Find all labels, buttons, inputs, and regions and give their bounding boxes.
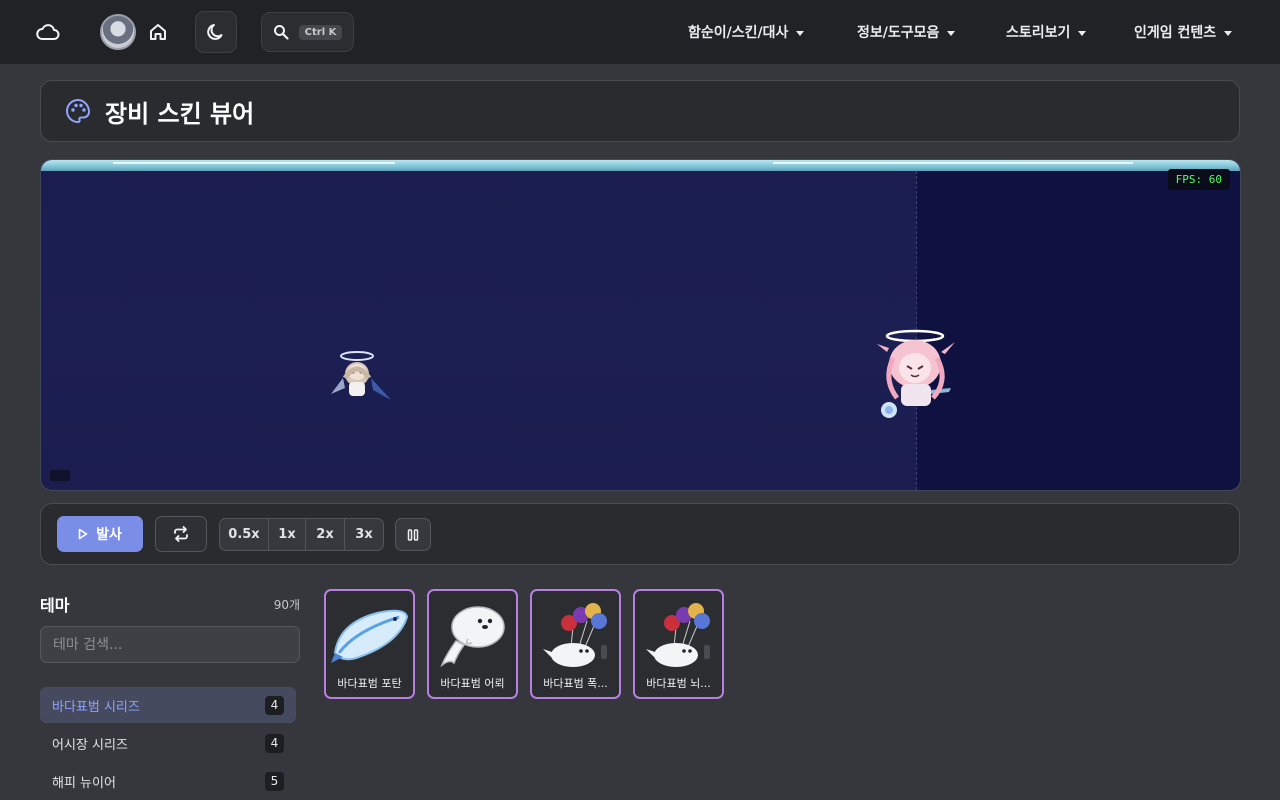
- skin-card-label: 바다표범 뇌...: [646, 677, 711, 690]
- theme-item-label: 해피 뉴이어: [52, 775, 116, 791]
- search-icon: [273, 25, 289, 40]
- seal-torpedo-image: [440, 606, 505, 668]
- speed-3x-button[interactable]: 3x: [345, 519, 383, 550]
- player-ship-sprite: [331, 351, 391, 400]
- skin-card[interactable]: 바다표범 어뢰: [427, 589, 518, 699]
- menu-story[interactable]: 스토리보기: [1006, 0, 1087, 64]
- pause-button[interactable]: [395, 518, 431, 551]
- moon-icon: [207, 24, 223, 40]
- theme-item-count: 4: [265, 733, 284, 753]
- skin-card[interactable]: 바다표범 포탄: [324, 589, 415, 699]
- caret-down-icon: [1224, 30, 1233, 36]
- speed-0-5x-button[interactable]: 0.5x: [220, 519, 269, 550]
- theme-count: 90개: [273, 598, 300, 612]
- skin-preview-canvas[interactable]: FPS: 60: [40, 159, 1241, 491]
- theme-item-fish-market[interactable]: 어시장 시리즈 4: [40, 725, 296, 761]
- theme-item-label: 바다표범 시리즈: [52, 699, 140, 715]
- skin-card[interactable]: 바다표범 뇌...: [633, 589, 724, 699]
- speed-2x-button[interactable]: 2x: [306, 519, 345, 550]
- theme-search-input[interactable]: [40, 626, 300, 663]
- theme-toggle-button[interactable]: [195, 11, 237, 53]
- caret-down-icon: [796, 30, 805, 36]
- menu-label: 인게임 컨텐츠: [1134, 25, 1217, 41]
- page-header: 장비 스킨 뷰어: [40, 80, 1240, 142]
- skin-card[interactable]: 바다표범 폭...: [530, 589, 621, 699]
- menu-label: 함순이/스킨/대사: [688, 25, 789, 41]
- avatar[interactable]: [100, 14, 136, 50]
- menu-tools[interactable]: 정보/도구모음: [857, 0, 956, 64]
- repeat-icon: [174, 526, 188, 542]
- fire-button[interactable]: 발사: [57, 516, 143, 552]
- theme-item-label: 어시장 시리즈: [52, 737, 128, 753]
- viewer-corner-toggle[interactable]: [50, 470, 70, 481]
- skin-card-label: 바다표범 어뢰: [440, 677, 505, 690]
- seal-shell-image: [331, 609, 409, 663]
- theme-item-seal[interactable]: 바다표범 시리즈 4: [40, 687, 296, 723]
- speed-selector: 0.5x 1x 2x 3x: [219, 518, 384, 551]
- fire-label: 발사: [96, 527, 122, 543]
- enemy-ship-sprite: [877, 329, 955, 418]
- home-icon[interactable]: [142, 14, 174, 50]
- seal-balloon-mine-image: [646, 603, 710, 667]
- theme-item-count: 5: [265, 771, 284, 791]
- theme-item-count: 4: [265, 695, 284, 715]
- menu-label: 스토리보기: [1006, 25, 1071, 41]
- theme-item-happy-new-year[interactable]: 해피 뉴이어 5: [40, 763, 296, 799]
- palette-icon: [66, 98, 91, 124]
- theme-section-title: 테마: [40, 596, 70, 615]
- fps-counter: FPS: 60: [1167, 169, 1230, 190]
- repeat-button[interactable]: [155, 516, 207, 552]
- target-zone: [916, 171, 1240, 490]
- play-icon: [78, 528, 88, 540]
- skin-card-label: 바다표범 폭...: [543, 677, 608, 690]
- menu-ingame[interactable]: 인게임 컨텐츠: [1134, 0, 1233, 64]
- caret-down-icon: [1078, 30, 1087, 36]
- pause-icon: [407, 528, 419, 541]
- speed-1x-button[interactable]: 1x: [269, 519, 306, 550]
- search-button[interactable]: Ctrl K: [261, 12, 354, 52]
- caret-down-icon: [947, 30, 956, 36]
- skin-card-label: 바다표범 포탄: [337, 677, 402, 690]
- menu-label: 정보/도구모음: [857, 25, 940, 41]
- page-title: 장비 스킨 뷰어: [105, 99, 255, 128]
- menu-skins[interactable]: 함순이/스킨/대사: [688, 0, 805, 64]
- cloud-icon[interactable]: [28, 14, 68, 50]
- top-navbar: Ctrl K 함순이/스킨/대사 정보/도구모음 스토리보기 인게임 컨텐츠: [0, 0, 1280, 64]
- shortcut-badge: Ctrl K: [298, 24, 343, 40]
- playback-controls: 발사 0.5x 1x 2x 3x: [40, 503, 1240, 565]
- seal-balloon-bomb-image: [543, 603, 607, 667]
